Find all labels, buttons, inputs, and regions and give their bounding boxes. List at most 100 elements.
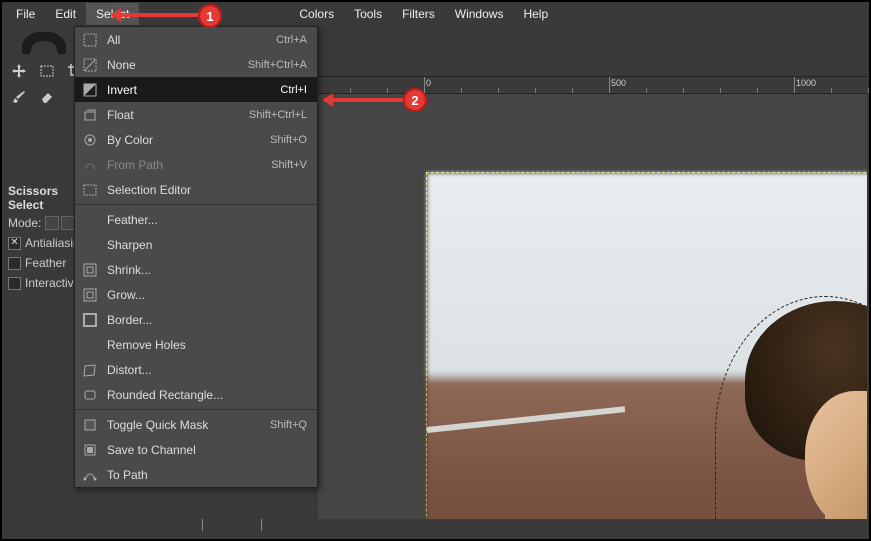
menu-item-label: Shrink...: [107, 263, 307, 277]
menu-item-selection-editor[interactable]: Selection Editor: [75, 177, 317, 202]
distort-icon: [81, 361, 99, 379]
menu-item-rounded-rectangle[interactable]: Rounded Rectangle...: [75, 382, 317, 407]
menu-item-label: By Color: [107, 133, 270, 147]
menu-item-toggle-quick-mask[interactable]: Toggle Quick MaskShift+Q: [75, 412, 317, 437]
menu-windows[interactable]: Windows: [445, 3, 514, 25]
menu-item-accelerator: Shift+Ctrl+A: [248, 59, 307, 71]
menu-item-label: Rounded Rectangle...: [107, 388, 307, 402]
menu-item-accelerator: Ctrl+I: [280, 84, 307, 96]
menu-item-label: Distort...: [107, 363, 307, 377]
interactive-label: Interactive: [25, 276, 80, 290]
menu-item-label: Border...: [107, 313, 307, 327]
menu-item-remove-holes[interactable]: Remove Holes: [75, 332, 317, 357]
rounded-rect-icon: [81, 386, 99, 404]
annotation-arrow-2: [324, 98, 406, 102]
menu-item-to-path[interactable]: To Path: [75, 462, 317, 487]
image-selection-bounds: [426, 172, 867, 519]
ruler-tick: [794, 77, 795, 93]
menu-item-accelerator: Ctrl+A: [276, 34, 307, 46]
sharpen-icon: [81, 236, 99, 254]
ruler-minor-tick: [831, 88, 832, 93]
move-tool-icon[interactable]: [8, 60, 30, 82]
menu-item-sharpen[interactable]: Sharpen: [75, 232, 317, 257]
antialiasing-checkbox[interactable]: [8, 237, 21, 250]
ruler-minor-tick: [387, 88, 388, 93]
menu-item-label: To Path: [107, 468, 307, 482]
ruler-label: 0: [426, 78, 431, 88]
menu-item-invert[interactable]: InvertCtrl+I: [75, 77, 317, 102]
select-all-icon: [81, 31, 99, 49]
menu-item-label: Save to Channel: [107, 443, 307, 457]
mode-icons[interactable]: [45, 216, 75, 230]
ruler-minor-tick: [646, 88, 647, 93]
feather-label: Feather: [25, 256, 66, 270]
menu-item-accelerator: Shift+O: [270, 134, 307, 146]
ruler-minor-tick: [498, 88, 499, 93]
float-icon: [81, 106, 99, 124]
from-path-icon: [81, 156, 99, 174]
ruler-label: 1000: [796, 78, 816, 88]
menu-item-none[interactable]: NoneShift+Ctrl+A: [75, 52, 317, 77]
menu-item-float[interactable]: FloatShift+Ctrl+L: [75, 102, 317, 127]
menu-item-label: All: [107, 33, 276, 47]
ruler-minor-tick: [572, 88, 573, 93]
menu-item-label: Sharpen: [107, 238, 307, 252]
menu-tools[interactable]: Tools: [344, 3, 392, 25]
feather-checkbox[interactable]: [8, 257, 21, 270]
menu-item-label: Selection Editor: [107, 183, 307, 197]
menu-colors[interactable]: Colors: [289, 3, 344, 25]
horizontal-ruler: -5000500100015002000: [318, 76, 867, 94]
menu-item-save-to-channel[interactable]: Save to Channel: [75, 437, 317, 462]
ruler-minor-tick: [461, 88, 462, 93]
paintbrush-tool-icon[interactable]: [8, 86, 30, 108]
quick-mask-icon: [81, 416, 99, 434]
menu-item-all[interactable]: AllCtrl+A: [75, 27, 317, 52]
ruler-minor-tick: [535, 88, 536, 93]
eraser-tool-icon[interactable]: [36, 86, 58, 108]
menu-item-shrink[interactable]: Shrink...: [75, 257, 317, 282]
ruler-minor-tick: [350, 88, 351, 93]
interactive-checkbox[interactable]: [8, 277, 21, 290]
shrink-icon: [81, 261, 99, 279]
select-invert-icon: [81, 81, 99, 99]
canvas-area[interactable]: [318, 94, 867, 519]
menu-item-label: Remove Holes: [107, 338, 307, 352]
select-menu-dropdown: AllCtrl+ANoneShift+Ctrl+AInvertCtrl+IFlo…: [74, 26, 318, 488]
save-channel-icon: [81, 441, 99, 459]
menu-help[interactable]: Help: [513, 3, 558, 25]
menu-item-label: From Path: [107, 158, 271, 172]
menu-item-label: Float: [107, 108, 249, 122]
mode-label: Mode:: [8, 216, 41, 230]
border-icon: [81, 311, 99, 329]
rect-select-tool-icon[interactable]: [36, 60, 58, 82]
ruler-minor-tick: [868, 88, 869, 93]
menu-item-by-color[interactable]: By ColorShift+O: [75, 127, 317, 152]
menu-item-accelerator: Shift+Ctrl+L: [249, 109, 307, 121]
bottom-ruler-segment: [202, 519, 262, 531]
menu-item-border[interactable]: Border...: [75, 307, 317, 332]
menu-item-feather[interactable]: Feather...: [75, 207, 317, 232]
remove-holes-icon: [81, 336, 99, 354]
grow-icon: [81, 286, 99, 304]
menu-item-label: Toggle Quick Mask: [107, 418, 270, 432]
ruler-minor-tick: [683, 88, 684, 93]
menu-file[interactable]: File: [6, 3, 45, 25]
menu-item-distort[interactable]: Distort...: [75, 357, 317, 382]
menu-item-accelerator: Shift+Q: [270, 419, 307, 431]
person-figure: [705, 281, 867, 519]
menu-item-from-path: From PathShift+V: [75, 152, 317, 177]
menu-edit[interactable]: Edit: [45, 3, 86, 25]
menu-item-accelerator: Shift+V: [271, 159, 307, 171]
annotation-badge-2: 2: [403, 88, 427, 112]
menu-filters[interactable]: Filters: [392, 3, 445, 25]
menu-separator: [75, 204, 317, 205]
select-none-icon: [81, 56, 99, 74]
menu-item-label: Feather...: [107, 213, 307, 227]
menu-item-label: Grow...: [107, 288, 307, 302]
menu-item-grow[interactable]: Grow...: [75, 282, 317, 307]
annotation-arrow-1: [112, 13, 200, 17]
ruler-minor-tick: [757, 88, 758, 93]
feather-icon: [81, 211, 99, 229]
by-color-icon: [81, 131, 99, 149]
to-path-icon: [81, 466, 99, 484]
